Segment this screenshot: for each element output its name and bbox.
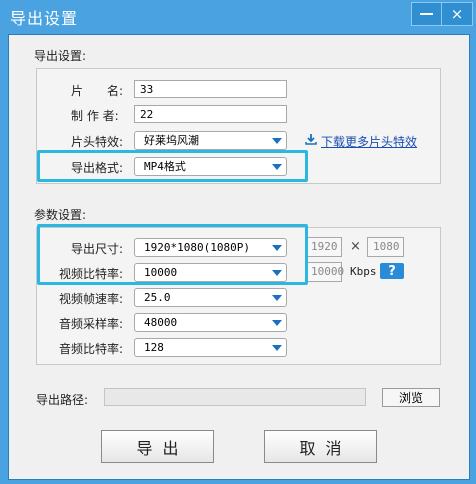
cancel-button[interactable]: 取消 xyxy=(264,430,377,463)
kbps-unit: Kbps xyxy=(350,265,377,278)
help-button[interactable]: ? xyxy=(380,263,404,279)
chevron-down-icon xyxy=(272,138,282,144)
intro-effect-value: 好莱坞风潮 xyxy=(144,134,199,147)
frame-rate-value: 25.0 xyxy=(144,291,171,304)
export-settings-heading: 导出设置: xyxy=(34,49,87,63)
sample-rate-select[interactable]: 48000 xyxy=(134,313,287,332)
download-icon xyxy=(305,134,317,145)
chevron-down-icon xyxy=(272,295,282,301)
times-sign: × xyxy=(350,239,361,254)
export-settings-window: 导出设置 × 导出设置: 片 名: 33 制 作 者: 22 片头特效: 好莱坞… xyxy=(0,0,476,484)
minimize-icon xyxy=(420,13,433,15)
dialog-body: 导出设置: 片 名: 33 制 作 者: 22 片头特效: 好莱坞风潮 下载更多… xyxy=(8,34,470,480)
size-bitrate-highlight-frame xyxy=(37,224,308,285)
export-button[interactable]: 导出 xyxy=(101,430,214,463)
close-button[interactable]: × xyxy=(441,2,473,26)
export-path-label: 导出路径: xyxy=(36,393,89,407)
export-path-input[interactable] xyxy=(104,388,366,406)
chevron-down-icon xyxy=(272,320,282,326)
window-title: 导出设置 xyxy=(10,9,79,28)
frame-rate-select[interactable]: 25.0 xyxy=(134,288,287,307)
width-input[interactable]: 1920 xyxy=(305,237,342,257)
download-more-effects-link[interactable]: 下载更多片头特效 xyxy=(321,133,417,150)
author-label: 制 作 者: xyxy=(71,109,119,123)
sample-rate-value: 48000 xyxy=(144,316,178,329)
frame-rate-label: 视频帧速率: xyxy=(59,292,124,306)
height-input[interactable]: 1080 xyxy=(367,237,404,257)
help-icon: ? xyxy=(388,263,396,279)
author-input[interactable]: 22 xyxy=(134,105,287,123)
video-bitrate-custom-input[interactable]: 10000 xyxy=(305,262,344,282)
piece-name-input[interactable]: 33 xyxy=(134,80,287,98)
sample-rate-label: 音频采样率: xyxy=(59,317,124,331)
intro-effect-select[interactable]: 好莱坞风潮 xyxy=(134,131,287,150)
intro-effect-label: 片头特效: xyxy=(71,135,124,149)
close-icon: × xyxy=(450,5,464,23)
format-highlight-frame xyxy=(37,150,308,182)
piece-name-label: 片 名: xyxy=(71,84,124,98)
minimize-button[interactable] xyxy=(411,2,442,26)
audio-bitrate-value: 128 xyxy=(144,341,164,354)
params-heading: 参数设置: xyxy=(34,208,87,222)
title-bar: 导出设置 × xyxy=(0,0,476,30)
audio-bitrate-label: 音频比特率: xyxy=(59,342,124,356)
audio-bitrate-select[interactable]: 128 xyxy=(134,338,287,357)
chevron-down-icon xyxy=(272,345,282,351)
browse-button[interactable]: 浏览 xyxy=(382,388,440,407)
